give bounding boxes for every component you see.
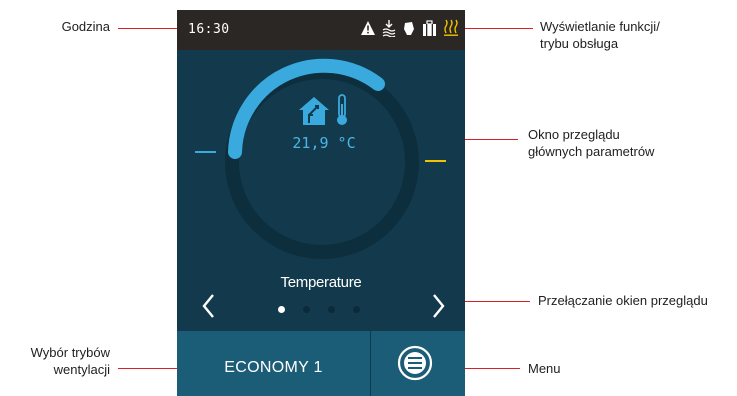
- page-dot-2[interactable]: [303, 306, 310, 313]
- menu-button[interactable]: [397, 345, 433, 381]
- chevron-right-icon: [433, 294, 445, 318]
- gauge-max-marker: [425, 160, 446, 162]
- house-temperature-icon: [298, 96, 330, 131]
- status-bar: 16:30: [177, 10, 465, 50]
- callout-overview-window-line1: Okno przeglądu: [528, 127, 620, 142]
- bottom-divider: [370, 331, 371, 396]
- callout-menu: Menu: [528, 360, 588, 377]
- callout-switch-views: Przełączanie okien przeglądu: [538, 292, 737, 309]
- page-dot-3[interactable]: [328, 306, 335, 313]
- mode-button[interactable]: ECONOMY 1: [177, 331, 370, 396]
- page-indicator: [278, 306, 360, 313]
- status-icons: [360, 19, 459, 37]
- gauge-min-marker: [195, 151, 216, 153]
- leader-function-display: [465, 28, 533, 29]
- menu-icon: [397, 345, 433, 381]
- page-dot-1[interactable]: [278, 306, 285, 313]
- overview-title: Temperature: [280, 274, 362, 291]
- temperature-gauge: [195, 58, 446, 259]
- previous-view-button[interactable]: [195, 292, 225, 320]
- thermometer-icon: [335, 94, 349, 131]
- callout-mode-select-line1: Wybór trybów: [30, 345, 110, 360]
- boost-hand-icon[interactable]: [402, 20, 416, 36]
- heater-icon[interactable]: [443, 19, 459, 37]
- leader-clock: [118, 28, 182, 29]
- page-dot-4[interactable]: [353, 306, 360, 313]
- callout-overview-window: Okno przeglądu głównych parametrów: [528, 126, 728, 160]
- bottom-bar: ECONOMY 1: [177, 331, 465, 396]
- callout-clock: Godzina: [40, 18, 110, 35]
- chevron-left-icon: [202, 294, 214, 318]
- clock: 16:30: [188, 22, 230, 37]
- callout-function-display-line1: Wyświetlanie funkcji/: [540, 19, 660, 34]
- callout-function-display: Wyświetlanie funkcji/ trybu obsługa: [540, 18, 730, 52]
- device-screen: 16:30 21,9 °C Temperature ECONOMY 1: [177, 10, 465, 396]
- mode-label: ECONOMY 1: [224, 359, 323, 376]
- warning-icon[interactable]: [360, 20, 376, 36]
- defrost-icon[interactable]: [382, 19, 396, 37]
- temperature-value: 21,9 °C: [292, 134, 356, 152]
- callout-switch-views-text: Przełączanie okien przeglądu: [538, 293, 708, 308]
- callout-mode-select: Wybór trybów wentylacji: [10, 344, 110, 378]
- callout-clock-text: Godzina: [61, 19, 110, 34]
- away-luggage-icon[interactable]: [422, 20, 437, 36]
- callout-menu-text: Menu: [528, 361, 561, 376]
- callout-mode-select-line2: wentylacji: [53, 362, 110, 377]
- callout-overview-window-line2: głównych parametrów: [528, 144, 655, 159]
- next-view-button[interactable]: [423, 292, 453, 320]
- callout-function-display-line2: trybu obsługa: [540, 36, 619, 51]
